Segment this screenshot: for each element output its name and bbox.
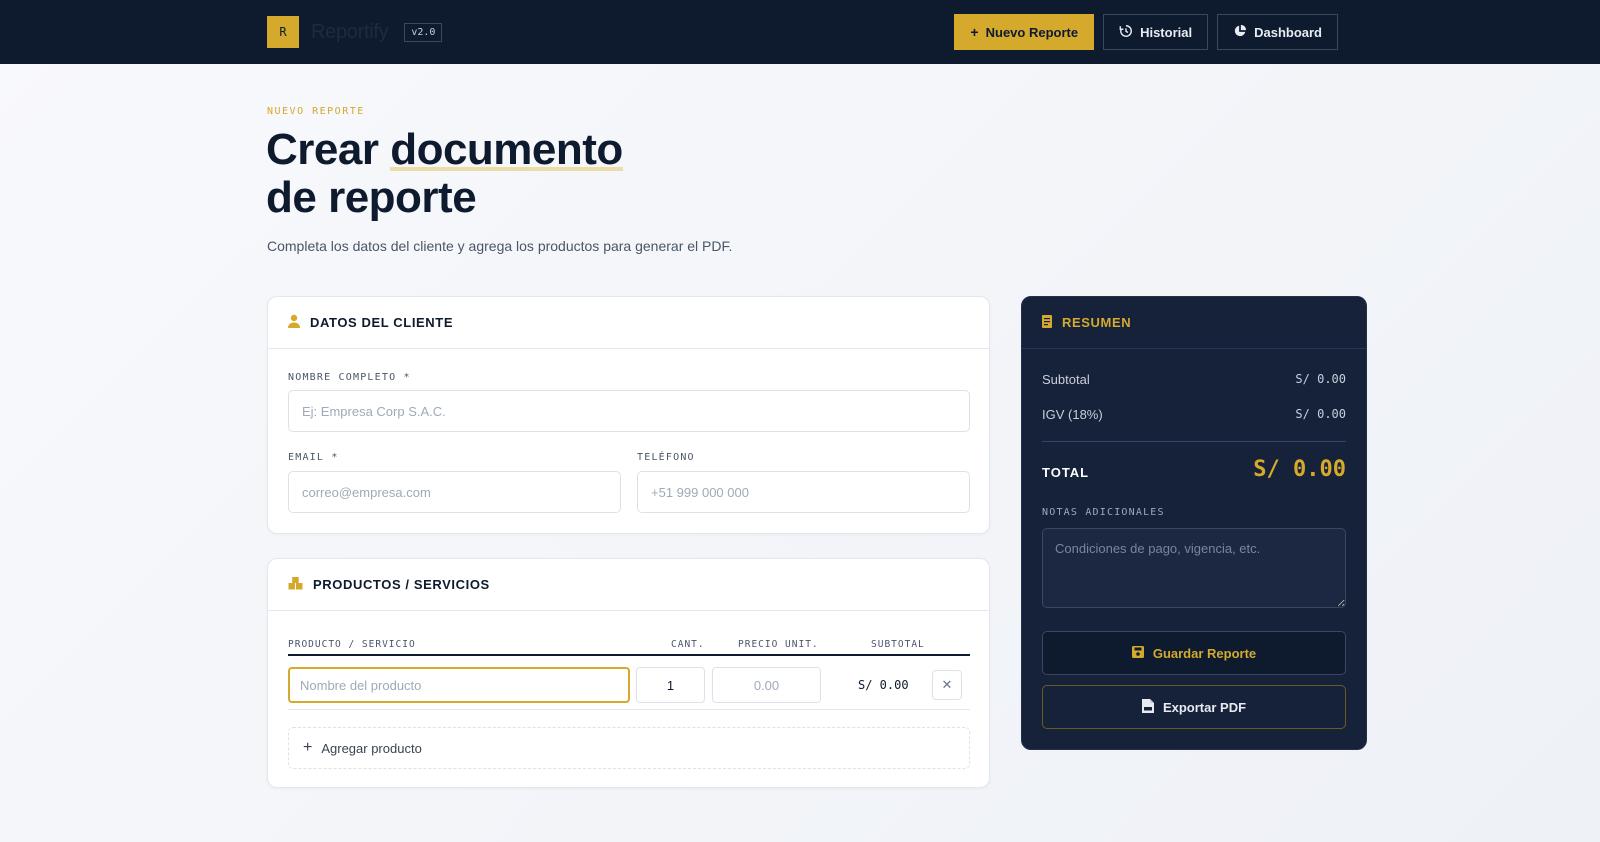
product-name-input[interactable] [288, 667, 630, 703]
version-badge: v2.0 [404, 22, 443, 42]
history-label: Historial [1140, 24, 1193, 40]
summary-header: RESUMEN [1022, 297, 1366, 349]
products-card-title: PRODUCTOS / SERVICIOS [313, 577, 490, 592]
history-button[interactable]: Historial [1103, 14, 1209, 50]
dashboard-label: Dashboard [1254, 24, 1322, 40]
page-eyebrow: NUEVO REPORTE [267, 106, 365, 117]
row-divider [288, 709, 970, 710]
title-highlight: documento [390, 125, 623, 174]
notes-label: NOTAS ADICIONALES [1042, 507, 1165, 518]
export-pdf-button[interactable]: Exportar PDF [1042, 685, 1346, 729]
title-part2: de reporte [266, 173, 477, 222]
notes-textarea[interactable] [1042, 528, 1346, 608]
summary-title: RESUMEN [1062, 315, 1132, 330]
client-card-header: DATOS DEL CLIENTE [268, 297, 989, 349]
col-product: PRODUCTO / SERVICIO [288, 639, 416, 650]
add-product-label: Agregar producto [321, 740, 422, 756]
floppy-disk-icon [1131, 645, 1144, 661]
products-card-header: PRODUCTOS / SERVICIOS [268, 559, 989, 611]
page-subtitle: Completa los datos del cliente y agrega … [267, 238, 733, 254]
top-navbar: R Reportify v2.0 + Nuevo Reporte Histori… [0, 0, 1600, 64]
export-pdf-label: Exportar PDF [1162, 699, 1247, 715]
title-part1: Crear [266, 125, 391, 174]
remove-row-button[interactable]: ✕ [932, 670, 962, 700]
add-product-button[interactable]: + Agregar producto [288, 727, 970, 769]
col-qty: CANT. [671, 639, 705, 650]
col-subtotal: SUBTOTAL [871, 639, 925, 650]
brand[interactable]: R Reportify v2.0 [267, 16, 443, 48]
email-input[interactable] [288, 471, 621, 513]
phone-label: TELÉFONO [637, 452, 695, 463]
total-value: S/ 0.00 [1253, 457, 1346, 482]
dashboard-button[interactable]: Dashboard [1217, 14, 1338, 50]
igv-value: S/ 0.00 [1295, 407, 1346, 421]
brand-logo: R [267, 16, 299, 48]
full-name-input[interactable] [288, 390, 970, 432]
col-unit-price: PRECIO UNIT. [738, 639, 819, 650]
subtotal-value: S/ 0.00 [1295, 372, 1346, 386]
client-card: DATOS DEL CLIENTE NOMBRE COMPLETO * EMAI… [267, 296, 990, 534]
unit-price-input[interactable] [712, 667, 821, 703]
quantity-input[interactable] [636, 667, 705, 703]
table-header-rule [288, 654, 970, 656]
igv-label: IGV (18%) [1042, 407, 1103, 422]
save-report-label: Guardar Reporte [1152, 645, 1257, 661]
receipt-icon [1042, 314, 1052, 331]
pie-chart-icon [1233, 24, 1247, 41]
brand-name: Reportify [311, 20, 389, 43]
plus-icon: + [970, 24, 979, 40]
boxes-icon [288, 576, 303, 593]
user-icon [288, 314, 300, 331]
products-card: PRODUCTOS / SERVICIOS PRODUCTO / SERVICI… [267, 558, 990, 788]
new-report-label: Nuevo Reporte [985, 24, 1079, 40]
name-label: NOMBRE COMPLETO * [288, 372, 411, 383]
new-report-button[interactable]: + Nuevo Reporte [954, 14, 1095, 50]
subtotal-label: Subtotal [1042, 372, 1090, 387]
client-card-title: DATOS DEL CLIENTE [310, 315, 454, 330]
igv-row: IGV (18%) S/ 0.00 [1042, 407, 1346, 422]
page-title: Crear documento de reporte [266, 126, 623, 222]
summary-panel: RESUMEN Subtotal S/ 0.00 IGV (18%) S/ 0.… [1021, 296, 1367, 750]
history-icon [1119, 24, 1133, 41]
plus-icon: + [303, 739, 313, 756]
close-icon: ✕ [941, 677, 953, 692]
pdf-file-icon [1141, 698, 1154, 716]
summary-divider [1042, 441, 1346, 442]
nav-actions: + Nuevo Reporte Historial Dashboard [954, 14, 1338, 50]
total-label: TOTAL [1042, 465, 1090, 480]
phone-input[interactable] [637, 471, 970, 513]
save-report-button[interactable]: Guardar Reporte [1042, 631, 1346, 675]
row-subtotal: S/ 0.00 [858, 678, 909, 692]
email-label: EMAIL * [288, 452, 339, 463]
subtotal-row: Subtotal S/ 0.00 [1042, 372, 1346, 387]
